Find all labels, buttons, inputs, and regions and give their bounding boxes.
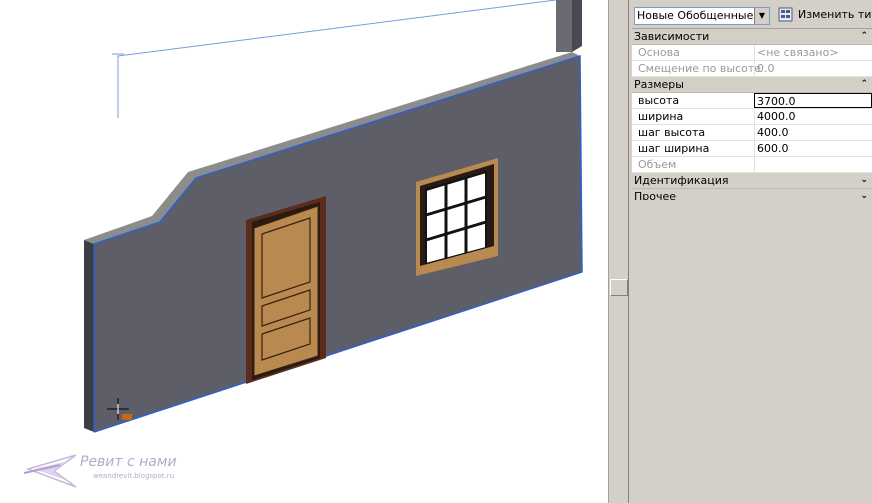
group-identity[interactable]: Идентификация ⌄ xyxy=(632,173,872,189)
property-value: <не связано> xyxy=(757,46,839,59)
height-value-field[interactable]: 3700.0 xyxy=(754,93,872,108)
property-label: Основа xyxy=(638,46,680,59)
property-row-height[interactable]: высота 3700.0 xyxy=(632,93,872,109)
group-title: Размеры xyxy=(634,78,684,91)
watermark-logo: Ревит с нами weandrevit.blogspot.ru xyxy=(24,451,214,491)
edit-type-label: Изменить тип xyxy=(798,8,872,21)
property-row-height-step[interactable]: шаг высота 400.0 xyxy=(632,125,872,141)
property-row-width[interactable]: ширина 4000.0 xyxy=(632,109,872,125)
collapse-chevron-icon[interactable]: ⌃ xyxy=(860,29,868,44)
watermark-site: weandrevit.blogspot.ru xyxy=(93,472,175,480)
logo-icon xyxy=(24,454,77,488)
3d-viewport[interactable]: Ревит с нами weandrevit.blogspot.ru xyxy=(0,0,608,503)
group-constraints[interactable]: Зависимости ⌃ xyxy=(632,29,872,45)
property-label: Объем xyxy=(638,158,677,171)
property-row-width-step[interactable]: шаг ширина 600.0 xyxy=(632,141,872,157)
vertical-scrollbar[interactable] xyxy=(608,0,629,503)
wall-model[interactable] xyxy=(0,0,608,503)
column-side xyxy=(572,0,582,52)
property-label: шаг ширина xyxy=(638,142,710,155)
wall-end xyxy=(84,240,94,432)
property-label: шаг высота xyxy=(638,126,706,139)
properties-empty-area xyxy=(632,200,872,503)
property-value[interactable]: 600.0 xyxy=(757,142,789,155)
expand-chevron-icon[interactable]: ⌄ xyxy=(860,173,868,188)
column-front xyxy=(556,0,572,52)
collapse-chevron-icon[interactable]: ⌃ xyxy=(860,77,868,92)
scrollbar-thumb[interactable] xyxy=(610,279,628,296)
property-label: Смещение по высоте xyxy=(638,62,762,75)
property-label: высота xyxy=(638,94,680,107)
group-title: Зависимости xyxy=(634,30,710,43)
properties-panel: Новые Обобщенные м ▼ Изменить тип Зависи… xyxy=(632,0,872,503)
property-row-volume: Объем xyxy=(632,157,872,173)
type-selector-dropdown[interactable]: Новые Обобщенные м ▼ xyxy=(634,7,770,25)
property-row-offset: Смещение по высоте 0.0 xyxy=(632,61,872,77)
property-value: 0.0 xyxy=(757,62,775,75)
watermark-brand: Ревит с нами xyxy=(80,454,177,470)
group-title: Идентификация xyxy=(634,174,729,187)
type-selector-row: Новые Обобщенные м ▼ Изменить тип xyxy=(632,0,872,30)
edit-type-icon xyxy=(778,7,793,22)
property-value[interactable]: 400.0 xyxy=(757,126,789,139)
wall-face xyxy=(94,56,582,432)
property-value[interactable]: 4000.0 xyxy=(757,110,796,123)
type-selector-value: Новые Обобщенные м xyxy=(637,9,753,22)
property-value[interactable]: 3700.0 xyxy=(757,95,796,108)
edit-type-button[interactable]: Изменить тип xyxy=(778,5,872,25)
properties-grid: Зависимости ⌃ Основа <не связано> Смещен… xyxy=(632,28,872,205)
dropdown-arrow-icon[interactable]: ▼ xyxy=(754,8,769,24)
group-dimensions[interactable]: Размеры ⌃ xyxy=(632,77,872,93)
property-row-base: Основа <не связано> xyxy=(632,45,872,61)
property-label: ширина xyxy=(638,110,684,123)
